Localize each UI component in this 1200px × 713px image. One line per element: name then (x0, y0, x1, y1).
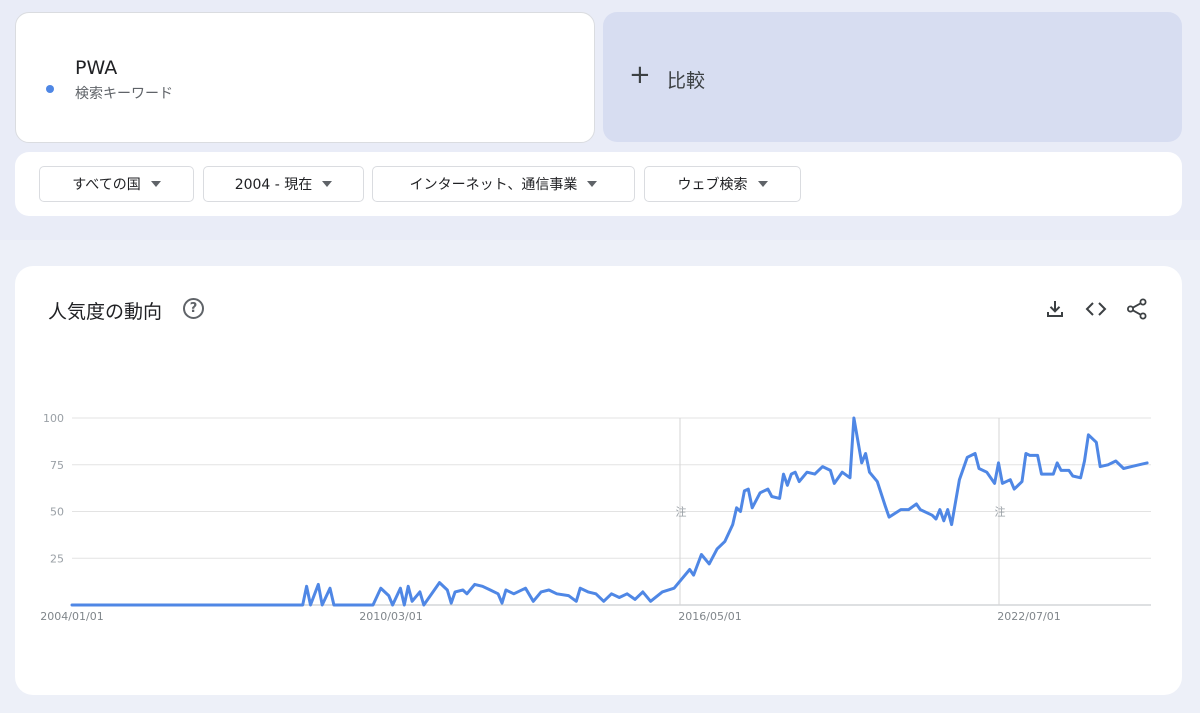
filter-time-range-label: 2004 - 現在 (234, 177, 313, 193)
filter-category-label: インターネット、通信事業 (409, 177, 578, 193)
trend-line-chart: 25 50 75 100 2004/01/01 2010/03/01 2016/05/01 2… (40, 412, 1151, 623)
x-tick-label: 2016/05/01 (678, 610, 741, 623)
caret-down-icon (150, 181, 161, 187)
compare-button[interactable]: + 比較 (603, 12, 1182, 142)
plus-icon: + (629, 60, 651, 90)
filter-search-type[interactable]: ウェブ検索 (644, 166, 801, 202)
caret-down-icon (587, 181, 598, 187)
filter-region-label: すべての国 (72, 177, 141, 193)
y-tick-label: 25 (50, 552, 64, 565)
term-type-label: 検索キーワード (75, 86, 173, 102)
filter-bar: すべての国 2004 - 現在 インターネット、通信事業 ウェブ検索 (15, 152, 1182, 216)
caret-down-icon (322, 181, 333, 187)
y-tick-label: 75 (50, 459, 64, 472)
search-term-card[interactable]: PWA 検索キーワード (15, 12, 595, 143)
x-tick-label: 2010/03/01 (359, 610, 422, 623)
filter-region[interactable]: すべての国 (39, 166, 194, 202)
compare-label: 比較 (667, 70, 706, 92)
annotation-label: 注 (995, 505, 1006, 519)
filter-time-range[interactable]: 2004 - 現在 (203, 166, 364, 202)
filter-search-type-label: ウェブ検索 (677, 177, 748, 193)
interest-over-time-card: 人気度の動向 ? 25 50 75 100 2004/01/01 2010/03/01 20… (15, 266, 1182, 695)
x-tick-label: 2022/07/01 (997, 610, 1060, 623)
y-tick-label: 100 (43, 412, 64, 425)
term-color-dot (46, 85, 54, 93)
term-name: PWA (75, 57, 118, 79)
y-tick-label: 50 (50, 506, 64, 519)
annotation-label: 注 (676, 505, 687, 519)
x-tick-label: 2004/01/01 (40, 610, 103, 623)
filter-category[interactable]: インターネット、通信事業 (372, 166, 635, 202)
caret-down-icon (757, 181, 768, 187)
